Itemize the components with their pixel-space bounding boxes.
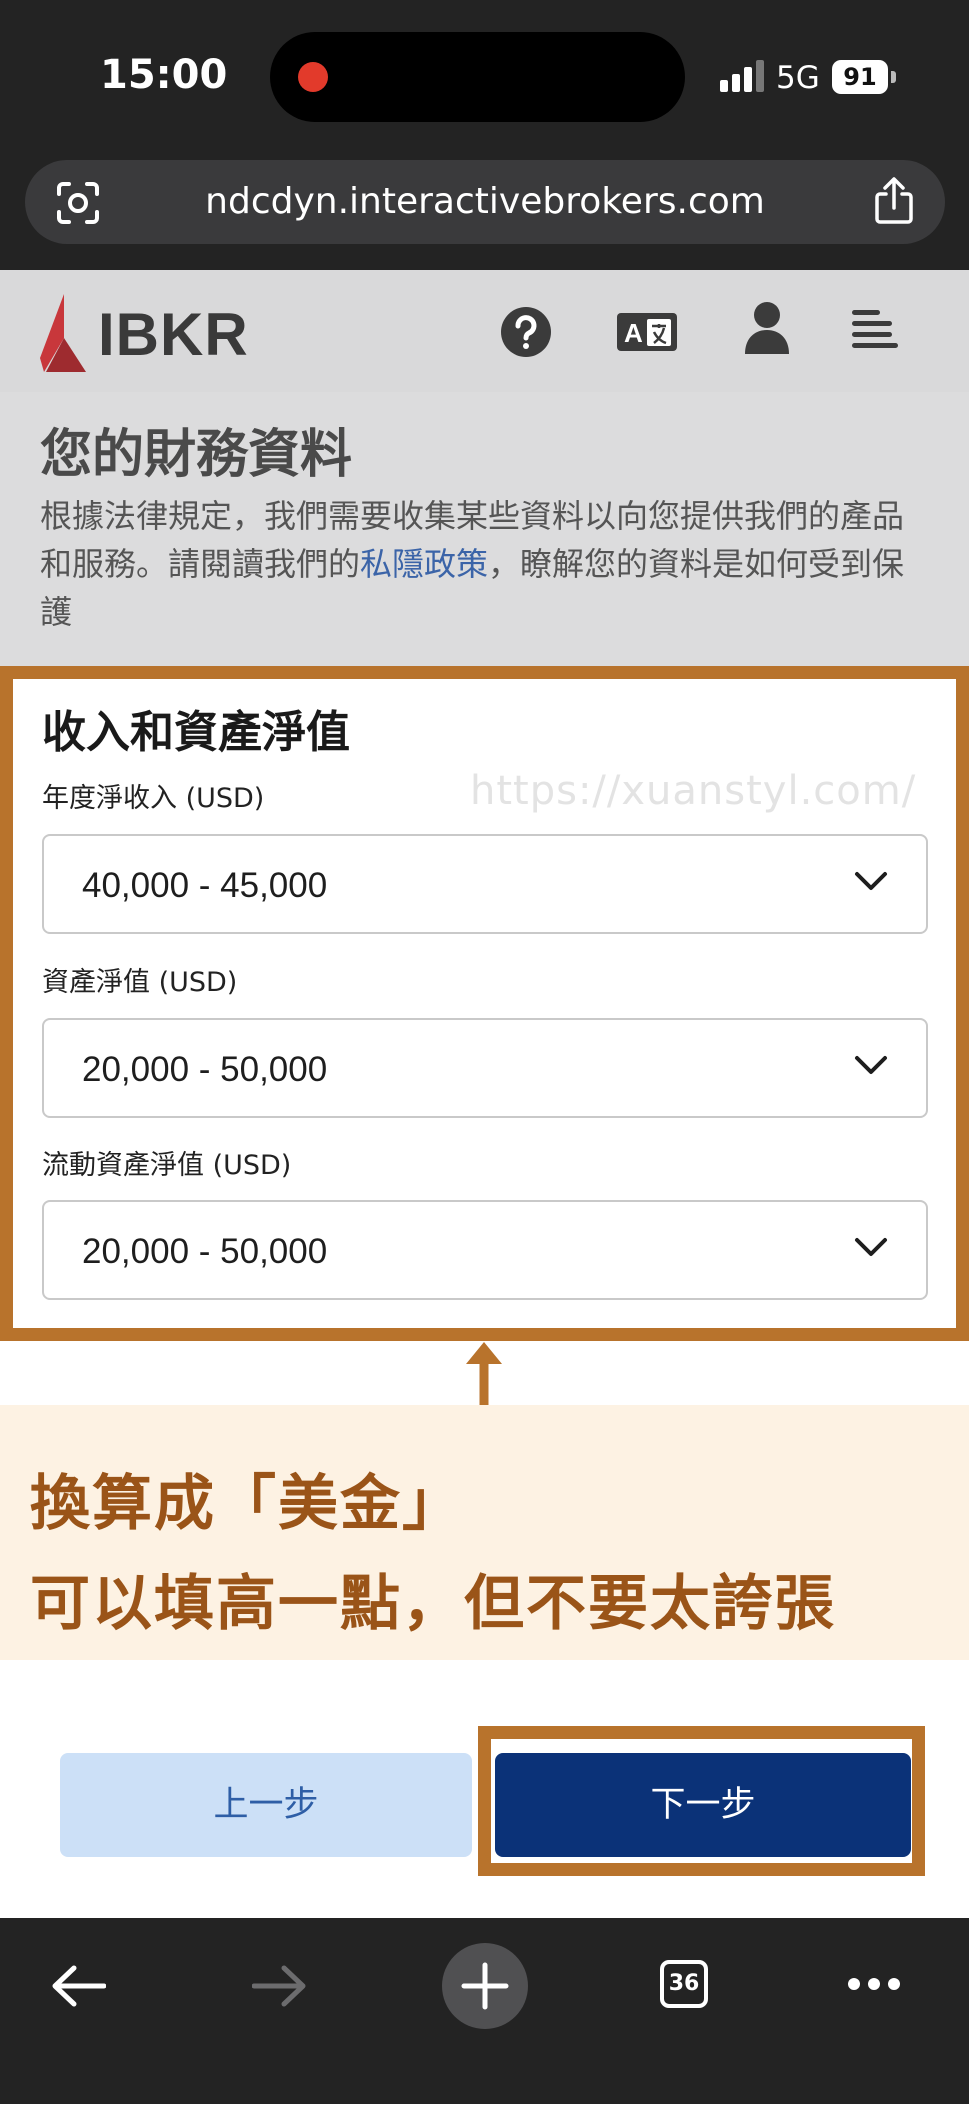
logo-text[interactable]: IBKR: [98, 300, 249, 369]
browser-address-area: ndcdyn.interactivebrokers.com: [0, 160, 969, 270]
browser-toolbar: 36: [0, 1918, 969, 2104]
dynamic-island: [270, 32, 685, 122]
intro-text: 根據法律規定，我們需要收集某些資料以向您提供我們的產品和服務。請閱讀我們的私隱政…: [40, 492, 930, 636]
ibkr-logo-icon[interactable]: [38, 292, 88, 372]
share-icon[interactable]: [871, 176, 917, 226]
battery-tip: [891, 71, 896, 83]
language-icon[interactable]: A: [616, 310, 678, 354]
privacy-policy-link[interactable]: 私隱政策: [360, 545, 488, 583]
site-header: IBKR A: [0, 270, 969, 394]
status-time: 15:00: [100, 52, 228, 98]
back-icon[interactable]: [50, 1964, 106, 2008]
annotation-line-1: 換算成「美金」: [30, 1469, 464, 1539]
tab-count: 36: [668, 1971, 700, 1996]
svg-text:A: A: [624, 318, 643, 348]
menu-icon[interactable]: [852, 306, 898, 352]
intro-section: 您的財務資料 根據法律規定，我們需要收集某些資料以向您提供我們的產品和服務。請閱…: [0, 392, 969, 666]
more-icon[interactable]: [846, 1976, 902, 1992]
annotation-box: 換算成「美金」 可以填高一點，但不要太誇張: [0, 1405, 969, 1660]
annotation-line-2: 可以填高一點，但不要太誇張: [30, 1569, 836, 1639]
next-button-highlight-frame: [478, 1726, 925, 1876]
address-bar[interactable]: ndcdyn.interactivebrokers.com: [25, 160, 945, 244]
status-bar: 15:00 5G 91: [0, 0, 969, 160]
recording-dot-icon: [298, 62, 328, 92]
user-icon[interactable]: [744, 300, 790, 356]
battery-level: 91: [843, 63, 877, 91]
url-text: ndcdyn.interactivebrokers.com: [205, 181, 765, 222]
network-type: 5G: [776, 60, 820, 96]
help-icon[interactable]: [500, 306, 552, 358]
previous-step-button[interactable]: 上一步: [60, 1753, 472, 1857]
page-title: 您的財務資料: [40, 425, 353, 485]
signal-icon: [720, 60, 765, 92]
form-highlight-frame: [0, 666, 969, 1341]
new-tab-icon[interactable]: [442, 1943, 528, 2029]
battery-icon: 91: [832, 60, 888, 94]
tabs-icon[interactable]: 36: [660, 1960, 708, 2008]
plus-icon: [461, 1962, 509, 2010]
up-arrow-icon: [466, 1342, 502, 1408]
forward-icon[interactable]: [252, 1964, 308, 2008]
